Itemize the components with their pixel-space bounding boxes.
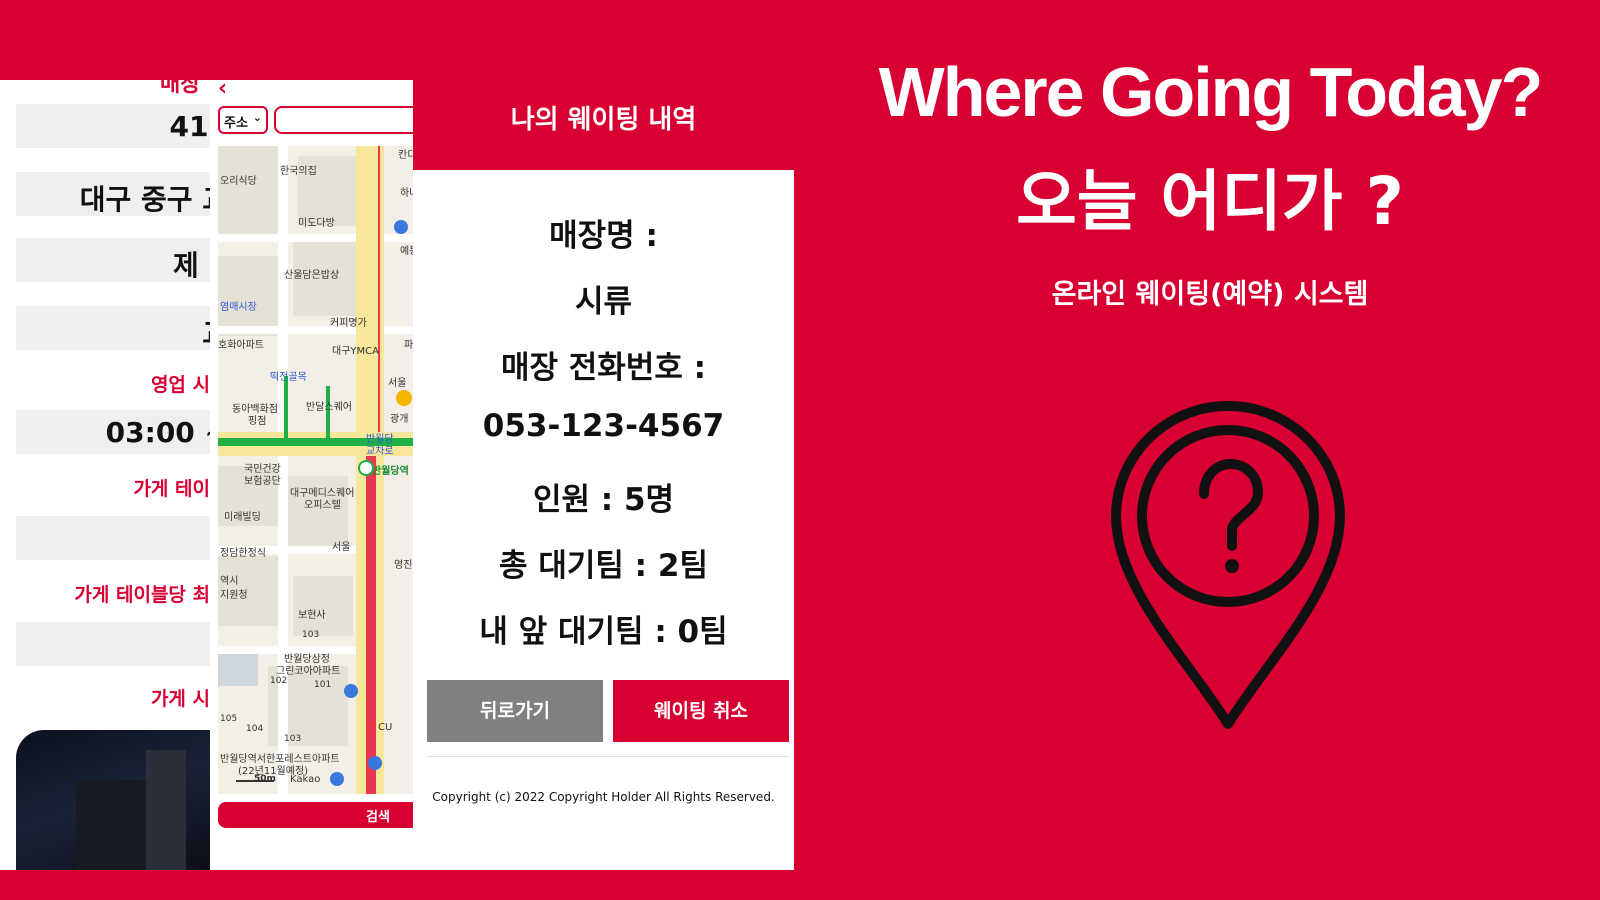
search-button-label: 검색: [366, 810, 390, 825]
map-block: [218, 256, 278, 336]
map-label: 103: [284, 734, 302, 744]
address-search-input[interactable]: [274, 106, 420, 134]
map-label: 커피명가: [330, 318, 367, 329]
map-label: 핑점: [248, 416, 267, 427]
table-count-label: 가게 테이: [133, 478, 210, 500]
store-info-row: 대구 중구 교: [16, 172, 222, 216]
map-label: 떡전골목: [270, 372, 307, 383]
bus-stop-icon[interactable]: [344, 684, 358, 698]
back-button[interactable]: 뒤로가기: [427, 680, 603, 742]
party-size: 인원 : 5명: [532, 482, 675, 518]
store-photo: [16, 730, 222, 870]
map-label: CU: [378, 722, 393, 733]
map-label: 서울: [388, 378, 407, 389]
waiting-history-title: 나의 웨이팅 내역: [413, 80, 794, 170]
headline-title-ko: 오늘 어디가 ?: [1016, 163, 1404, 240]
cancel-waiting-button[interactable]: 웨이팅 취소: [613, 680, 789, 742]
map-label: 대구YMCA: [332, 346, 379, 357]
subway-line-1: [378, 146, 380, 432]
map-label: 호화아파트: [218, 340, 264, 351]
waiting-history-screen: 나의 웨이팅 내역 매장명 : 시류 매장 전화번호 : 053-123-456…: [413, 80, 794, 870]
store-info-row: 03:00 ~: [16, 410, 222, 454]
map-label: 지원청: [220, 590, 248, 601]
address-type-select[interactable]: 주소 ⌄: [218, 106, 268, 134]
map-road: [218, 234, 420, 242]
store-name-value: 시류: [574, 284, 633, 320]
map-label: 한국의집: [280, 166, 317, 177]
photo-building: [76, 780, 146, 870]
store-name-label: 매장명 :: [549, 218, 658, 254]
map-label: 103: [302, 630, 320, 640]
subway-station-icon[interactable]: [358, 460, 374, 476]
teams-ahead: 내 앞 대기팀 : 0팀: [479, 614, 728, 650]
store-label: 가게 시: [150, 688, 210, 710]
bus-stop-icon[interactable]: [368, 756, 382, 770]
store-address-value: 대구 중구 교: [79, 183, 222, 216]
headline-subtitle: 온라인 웨이팅(예약) 시스템: [1051, 279, 1369, 310]
map-label: 오리식당: [220, 176, 257, 187]
copyright-footer: Copyright (c) 2022 Copyright Holder All …: [432, 790, 775, 804]
map-label: 오피스텔: [304, 500, 341, 511]
map-label: 102: [270, 676, 288, 686]
map-label: 보험공단: [244, 476, 281, 487]
footer-divider: [427, 756, 789, 757]
store-info-row: 제 1: [16, 238, 222, 282]
map-pin-icon[interactable]: [396, 390, 412, 406]
map-label: 101: [314, 680, 332, 690]
map-view[interactable]: 한국의집 오리식당 미도다방 산울담은밥상 염매시장 커피명가 호화아파트 대구…: [218, 146, 420, 794]
map-label: 반달스퀘어: [306, 402, 352, 413]
map-label: 서울: [332, 542, 351, 553]
map-label: 104: [246, 724, 264, 734]
map-label: 보현사: [298, 610, 326, 621]
search-button[interactable]: 검색: [218, 802, 420, 828]
map-label: 정담한정식: [220, 548, 266, 559]
map-label: 염매시장: [220, 302, 257, 313]
bus-stop-icon[interactable]: [394, 220, 408, 234]
map-label: 광개: [390, 414, 409, 425]
waiting-history-card: 매장명 : 시류 매장 전화번호 : 053-123-4567 인원 : 5명 …: [413, 170, 794, 870]
photo-building: [146, 750, 186, 870]
store-title: 매장: [160, 80, 201, 97]
map-road: [218, 326, 420, 334]
map-label: 파: [404, 340, 414, 351]
store-phone-label: 매장 전화번호 :: [500, 350, 707, 386]
store-info-row: 교: [16, 306, 222, 350]
map-label: 미도다방: [298, 218, 335, 229]
map-label: 그린코아아파트: [276, 666, 341, 677]
subway-line-2: [284, 376, 288, 438]
subway-line-1: [366, 456, 376, 794]
map-scale: 50m: [254, 774, 276, 784]
chevron-down-icon: ⌄: [252, 111, 262, 124]
store-info-row: 8: [16, 622, 222, 666]
location-question-pin-icon: [1111, 401, 1345, 729]
store-info-row: 8: [16, 516, 222, 560]
map-kakao-logo: Kakao: [290, 774, 321, 785]
address-type-selected: 주소: [224, 116, 248, 131]
table-max-label: 가게 테이블당 최: [74, 584, 210, 606]
store-phone-value: 053-123-4567: [482, 408, 725, 444]
chevron-left-icon[interactable]: ‹: [218, 80, 227, 101]
map-label: 반월당역: [372, 466, 409, 477]
map-label: 미래빌딩: [224, 512, 261, 523]
map-label: 산울담은밥상: [284, 270, 340, 281]
bus-stop-icon[interactable]: [330, 772, 344, 786]
map-scale-bar: [236, 780, 274, 782]
map-search-screen: ‹ 주소 ⌄ 한국의집 오리식당 미도다방 산울담은밥상 염매시장 커피명가 호…: [210, 80, 420, 870]
total-waiting-teams: 총 대기팀 : 2팀: [499, 548, 708, 584]
store-detail-screen: 매장 419 대구 중구 교 제 1 교 영업 시 03:00 ~ 가게 테이 …: [0, 80, 222, 870]
hours-label: 영업 시: [150, 374, 210, 396]
hours-value: 03:00 ~: [105, 416, 222, 449]
store-info-row: 419: [16, 104, 222, 148]
headline-title-en: Where Going Today?: [878, 53, 1544, 131]
map-label: 105: [220, 714, 238, 724]
map-label: 교차로: [366, 446, 394, 457]
map-label: 역시: [220, 576, 239, 587]
